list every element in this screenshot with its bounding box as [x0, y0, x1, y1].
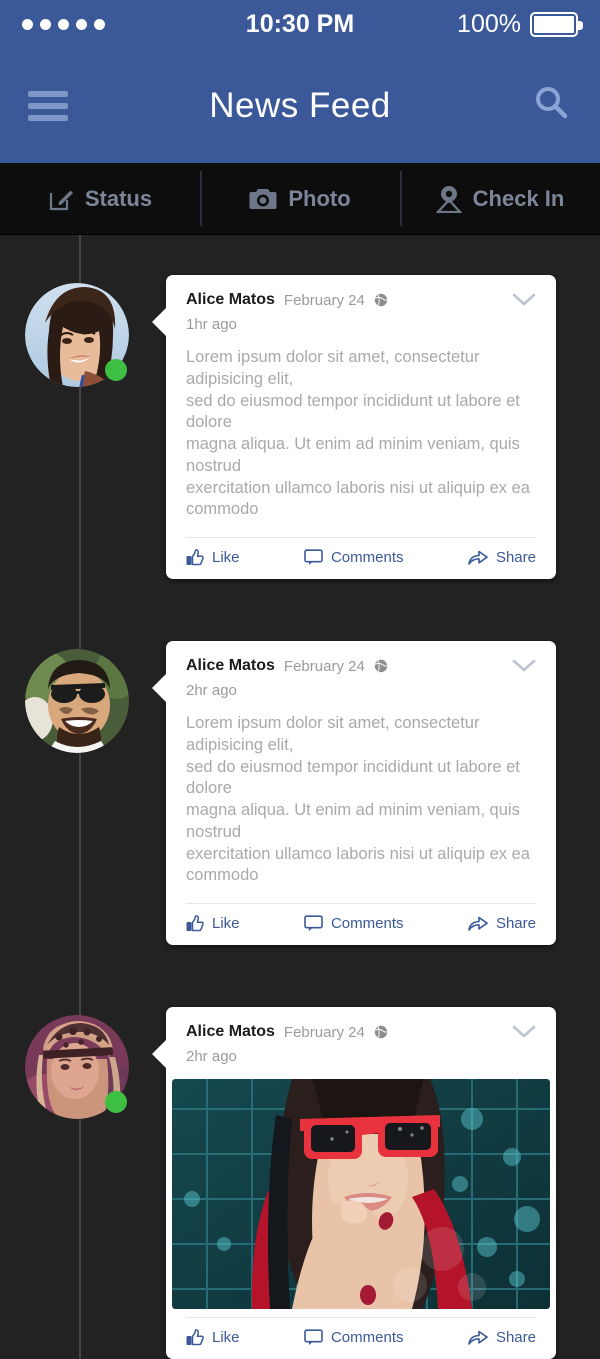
post-timestamp: 1hr ago — [186, 316, 237, 333]
thumbs-up-icon — [186, 915, 204, 932]
comments-button[interactable]: Comments — [304, 549, 404, 566]
comment-bubble-icon — [304, 549, 323, 566]
post-date: February 24 — [283, 291, 365, 309]
like-button[interactable]: Like — [186, 915, 240, 932]
post-body: Lorem ipsum dolor sit amet, consectetur … — [166, 699, 556, 903]
share-button[interactable]: Share — [468, 915, 536, 932]
card-tail — [152, 307, 167, 337]
action-checkin-button[interactable]: Check In — [400, 163, 600, 234]
post-author[interactable]: Alice Matos — [186, 1023, 275, 1041]
action-status-label: Status — [84, 185, 153, 211]
chevron-down-icon[interactable] — [512, 293, 536, 312]
action-checkin-label: Check In — [472, 185, 565, 211]
post-text: Lorem ipsum dolor sit amet, consectetur … — [186, 714, 530, 885]
post-photo[interactable] — [166, 1065, 556, 1310]
post-card-holder: Alice Matos February 24 1hr ago Lorem ip… — [152, 275, 600, 580]
share-label: Share — [495, 1329, 536, 1347]
post-timestamp: 2hr ago — [186, 682, 237, 700]
composer-action-bar: Status Photo Check In — [0, 163, 600, 235]
post-body: Lorem ipsum dolor sit amet, consectetur … — [166, 333, 556, 537]
globe-icon — [374, 1025, 388, 1039]
page-title: News Feed — [209, 85, 391, 125]
post-card-holder: Alice Matos February 24 2hr ago — [152, 1007, 600, 1359]
share-arrow-icon — [468, 1330, 488, 1345]
online-status-indicator — [105, 1091, 127, 1114]
status-bar-right: 100% — [457, 9, 583, 39]
like-button[interactable]: Like — [186, 1329, 240, 1346]
comments-label: Comments — [330, 549, 404, 567]
share-button[interactable]: Share — [468, 1329, 536, 1346]
card-tail — [152, 673, 167, 704]
online-status-indicator — [105, 359, 127, 381]
feed-post: Alice Matos February 24 1hr ago Lorem ip… — [0, 235, 600, 580]
feed-post: Alice Matos February 24 2hr ago — [0, 1007, 600, 1359]
share-label: Share — [495, 915, 536, 933]
avatar-wrapper[interactable] — [25, 283, 129, 387]
post-date: February 24 — [283, 657, 365, 675]
share-arrow-icon — [468, 916, 488, 931]
comments-label: Comments — [330, 915, 404, 933]
comments-button[interactable]: Comments — [304, 1329, 404, 1346]
post-card: Alice Matos February 24 1hr ago Lorem ip… — [166, 275, 556, 580]
comment-bubble-icon — [304, 1329, 323, 1346]
post-header: Alice Matos February 24 1hr ago — [166, 275, 556, 333]
compose-icon — [48, 186, 74, 212]
location-pin-icon — [435, 185, 462, 213]
search-icon[interactable] — [532, 83, 572, 128]
share-arrow-icon — [468, 550, 488, 565]
post-date: February 24 — [283, 1023, 365, 1041]
post-actions: Like Comments Share — [186, 537, 536, 579]
thumbs-up-icon — [186, 549, 204, 566]
action-photo-button[interactable]: Photo — [200, 163, 400, 234]
post-card: Alice Matos February 24 2hr ago — [166, 641, 556, 946]
avatar-wrapper[interactable] — [25, 649, 129, 754]
post-card: Alice Matos February 24 2hr ago — [166, 1007, 556, 1359]
feed-post: Alice Matos February 24 2hr ago — [0, 641, 600, 946]
post-author[interactable]: Alice Matos — [186, 291, 275, 309]
post-author[interactable]: Alice Matos — [186, 657, 275, 675]
like-label: Like — [212, 915, 240, 933]
comments-button[interactable]: Comments — [304, 915, 404, 932]
like-label: Like — [212, 1329, 240, 1347]
post-actions: Like Comments Share — [186, 903, 536, 945]
globe-icon — [374, 659, 388, 673]
share-button[interactable]: Share — [468, 549, 536, 566]
comment-bubble-icon — [304, 915, 323, 932]
post-header: Alice Matos February 24 2hr ago — [166, 1007, 556, 1065]
avatar[interactable] — [25, 649, 129, 754]
post-text: Lorem ipsum dolor sit amet, consectetur … — [186, 348, 530, 519]
camera-icon — [249, 187, 277, 211]
thumbs-up-icon — [186, 1329, 204, 1346]
news-feed: Alice Matos February 24 1hr ago Lorem ip… — [0, 235, 600, 1359]
globe-icon — [374, 293, 388, 307]
action-photo-label: Photo — [288, 185, 351, 211]
share-label: Share — [495, 549, 536, 567]
post-actions: Like Comments Share — [186, 1317, 536, 1359]
chevron-down-icon[interactable] — [512, 659, 536, 678]
app-header: News Feed — [0, 48, 600, 163]
avatar-wrapper[interactable] — [25, 1015, 129, 1120]
comments-label: Comments — [330, 1329, 404, 1347]
battery-percentage: 100% — [457, 9, 521, 38]
post-timestamp: 2hr ago — [186, 1048, 237, 1066]
battery-icon — [530, 11, 583, 37]
status-bar: 10:30 PM 100% — [0, 0, 600, 48]
action-status-button[interactable]: Status — [0, 163, 200, 234]
like-label: Like — [212, 549, 240, 567]
post-header: Alice Matos February 24 2hr ago — [166, 641, 556, 699]
chevron-down-icon[interactable] — [512, 1025, 536, 1044]
like-button[interactable]: Like — [186, 549, 240, 566]
post-card-holder: Alice Matos February 24 2hr ago — [152, 641, 600, 946]
